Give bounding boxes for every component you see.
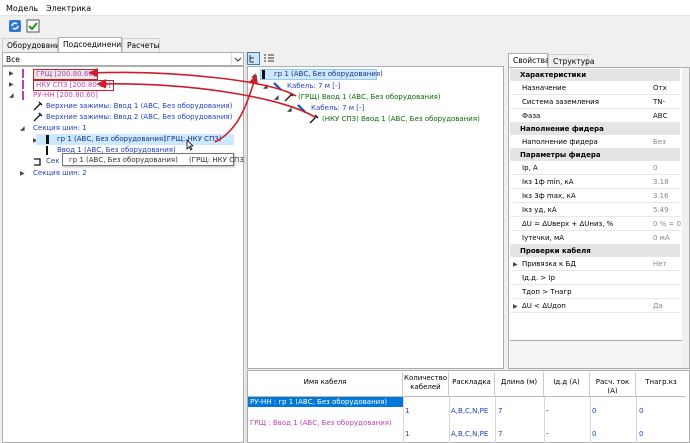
table-row[interactable]: 1 A,B,C,N,PE 7 - 0 0 (248, 430, 686, 440)
prop-iut[interactable]: Iутечки, мА 0 мА (510, 231, 680, 245)
tab-structure[interactable]: Структура (548, 54, 595, 68)
col-header-idd[interactable]: Iд.д (А) (544, 372, 590, 396)
prop-idd[interactable]: Iд.д. > Ip (510, 271, 680, 285)
divider (544, 397, 545, 443)
divider (590, 397, 591, 443)
col-header-name[interactable]: Имя кабеля (248, 372, 403, 396)
divider (403, 397, 404, 443)
col-header-len[interactable]: Длина (м) (495, 372, 544, 396)
section-characteristics[interactable]: Характеристики (510, 69, 680, 81)
section-feeder-fill[interactable]: Наполнение фидера (510, 123, 680, 135)
prop-ikz3[interactable]: Iкз 3ф max, кА 3.16 (510, 189, 680, 203)
prop-ikzud[interactable]: Iкз уд, кА 5.49 (510, 203, 680, 217)
col-header-rask[interactable]: Раскладка (449, 372, 495, 396)
prop-dudop[interactable]: ▶ ΔU < ΔUдоп Да (510, 299, 680, 313)
col-header-tnagr[interactable]: Tнагр.кз (636, 372, 686, 396)
scrollbar[interactable] (682, 68, 689, 368)
property-description (510, 340, 682, 368)
prop-napoln[interactable]: Наполнение фидера Без (510, 135, 680, 149)
table-group-row[interactable]: РУ-НН : гр 1 (АВС, Без оборудования) (248, 397, 403, 407)
prop-zazem[interactable]: Система заземления TN- (510, 95, 680, 109)
divider (636, 397, 637, 443)
col-header-rasch[interactable]: Расч. ток (А) (590, 372, 636, 396)
prop-ikz1[interactable]: Iкз 1ф min, кА 3.18 (510, 175, 680, 189)
prop-ip[interactable]: Ip, А0 (510, 161, 680, 175)
divider (495, 397, 496, 443)
section-feeder-params[interactable]: Параметры фидера (510, 149, 680, 161)
prop-privyazka[interactable]: ▶ Привязка к БД Нет (510, 257, 680, 271)
arrow-to-mid-gr1 (214, 74, 259, 143)
prop-tdop[interactable]: Tдоп > Tнагр (510, 285, 680, 299)
arrow-to-nku (96, 79, 317, 119)
prop-du[interactable]: ΔU = ΔUверх + ΔUниз, % 0 % = 0 (510, 217, 681, 231)
table-row[interactable]: 1 A,B,C,N,PE 7 - 0 0 (248, 407, 686, 417)
table-group-row[interactable]: ГРЩ : Ввод 1 (АВС, Без оборудования) (248, 418, 403, 428)
prop-naznach[interactable]: Назначение Отх (510, 81, 680, 95)
tab-properties[interactable]: Свойства (508, 53, 550, 68)
col-header-count[interactable]: Количество кабелей (403, 372, 449, 396)
divider (449, 397, 450, 443)
prop-faza[interactable]: Фаза АВС (510, 109, 680, 123)
section-cable-checks[interactable]: Проверки кабеля (510, 245, 680, 257)
